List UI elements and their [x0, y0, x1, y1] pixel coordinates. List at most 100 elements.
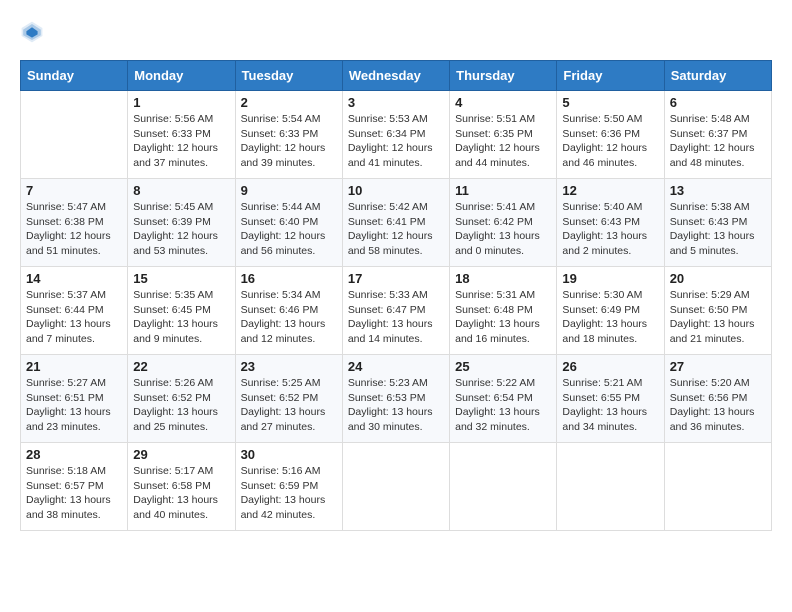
calendar-week-row: 28 Sunrise: 5:18 AM Sunset: 6:57 PM Dayli…	[21, 443, 772, 531]
weekday-header: Sunday	[21, 61, 128, 91]
day-number: 3	[348, 95, 444, 110]
calendar-cell: 21 Sunrise: 5:27 AM Sunset: 6:51 PM Dayli…	[21, 355, 128, 443]
cell-info: Sunrise: 5:40 AM Sunset: 6:43 PM Dayligh…	[562, 200, 658, 259]
day-number: 23	[241, 359, 337, 374]
cell-info: Sunrise: 5:31 AM Sunset: 6:48 PM Dayligh…	[455, 288, 551, 347]
cell-info: Sunrise: 5:29 AM Sunset: 6:50 PM Dayligh…	[670, 288, 766, 347]
calendar-cell: 9 Sunrise: 5:44 AM Sunset: 6:40 PM Daylig…	[235, 179, 342, 267]
day-number: 6	[670, 95, 766, 110]
day-number: 27	[670, 359, 766, 374]
cell-info: Sunrise: 5:47 AM Sunset: 6:38 PM Dayligh…	[26, 200, 122, 259]
calendar-cell: 20 Sunrise: 5:29 AM Sunset: 6:50 PM Dayli…	[664, 267, 771, 355]
calendar-week-row: 7 Sunrise: 5:47 AM Sunset: 6:38 PM Daylig…	[21, 179, 772, 267]
cell-info: Sunrise: 5:53 AM Sunset: 6:34 PM Dayligh…	[348, 112, 444, 171]
cell-info: Sunrise: 5:26 AM Sunset: 6:52 PM Dayligh…	[133, 376, 229, 435]
day-number: 16	[241, 271, 337, 286]
calendar-cell: 3 Sunrise: 5:53 AM Sunset: 6:34 PM Daylig…	[342, 91, 449, 179]
calendar-cell: 4Sunrise: 5:51 AM Sunset: 6:35 PM Daylig…	[450, 91, 557, 179]
day-number: 14	[26, 271, 122, 286]
calendar-cell: 8 Sunrise: 5:45 AM Sunset: 6:39 PM Daylig…	[128, 179, 235, 267]
weekday-header-row: SundayMondayTuesdayWednesdayThursdayFrid…	[21, 61, 772, 91]
weekday-header: Thursday	[450, 61, 557, 91]
calendar-cell: 15Sunrise: 5:35 AM Sunset: 6:45 PM Dayli…	[128, 267, 235, 355]
calendar-week-row: 14 Sunrise: 5:37 AM Sunset: 6:44 PM Dayli…	[21, 267, 772, 355]
calendar-cell: 22 Sunrise: 5:26 AM Sunset: 6:52 PM Dayli…	[128, 355, 235, 443]
weekday-header: Saturday	[664, 61, 771, 91]
day-number: 20	[670, 271, 766, 286]
calendar-cell: 27 Sunrise: 5:20 AM Sunset: 6:56 PM Dayli…	[664, 355, 771, 443]
calendar-cell: 16 Sunrise: 5:34 AM Sunset: 6:46 PM Dayli…	[235, 267, 342, 355]
weekday-header: Monday	[128, 61, 235, 91]
weekday-header: Friday	[557, 61, 664, 91]
day-number: 13	[670, 183, 766, 198]
day-number: 17	[348, 271, 444, 286]
calendar-table: SundayMondayTuesdayWednesdayThursdayFrid…	[20, 60, 772, 531]
cell-info: Sunrise: 5:41 AM Sunset: 6:42 PM Dayligh…	[455, 200, 551, 259]
calendar-cell: 17 Sunrise: 5:33 AM Sunset: 6:47 PM Dayli…	[342, 267, 449, 355]
cell-info: Sunrise: 5:30 AM Sunset: 6:49 PM Dayligh…	[562, 288, 658, 347]
calendar-cell: 2 Sunrise: 5:54 AM Sunset: 6:33 PM Daylig…	[235, 91, 342, 179]
day-number: 30	[241, 447, 337, 462]
calendar-cell: 13 Sunrise: 5:38 AM Sunset: 6:43 PM Dayli…	[664, 179, 771, 267]
day-number: 1	[133, 95, 229, 110]
day-number: 9	[241, 183, 337, 198]
calendar-cell: 28 Sunrise: 5:18 AM Sunset: 6:57 PM Dayli…	[21, 443, 128, 531]
cell-info: Sunrise: 5:37 AM Sunset: 6:44 PM Dayligh…	[26, 288, 122, 347]
calendar-cell: 18 Sunrise: 5:31 AM Sunset: 6:48 PM Dayli…	[450, 267, 557, 355]
day-number: 2	[241, 95, 337, 110]
cell-info: Sunrise: 5:20 AM Sunset: 6:56 PM Dayligh…	[670, 376, 766, 435]
day-number: 25	[455, 359, 551, 374]
day-number: 10	[348, 183, 444, 198]
cell-info: Sunrise: 5:34 AM Sunset: 6:46 PM Dayligh…	[241, 288, 337, 347]
calendar-cell: 19 Sunrise: 5:30 AM Sunset: 6:49 PM Dayli…	[557, 267, 664, 355]
calendar-cell: 1Sunrise: 5:56 AM Sunset: 6:33 PM Daylig…	[128, 91, 235, 179]
cell-info: Sunrise: 5:16 AM Sunset: 6:59 PM Dayligh…	[241, 464, 337, 523]
day-number: 11	[455, 183, 551, 198]
calendar-cell: 6 Sunrise: 5:48 AM Sunset: 6:37 PM Daylig…	[664, 91, 771, 179]
weekday-header: Tuesday	[235, 61, 342, 91]
calendar-week-row: 21 Sunrise: 5:27 AM Sunset: 6:51 PM Dayli…	[21, 355, 772, 443]
calendar-cell: 11 Sunrise: 5:41 AM Sunset: 6:42 PM Dayli…	[450, 179, 557, 267]
cell-info: Sunrise: 5:54 AM Sunset: 6:33 PM Dayligh…	[241, 112, 337, 171]
cell-info: Sunrise: 5:45 AM Sunset: 6:39 PM Dayligh…	[133, 200, 229, 259]
cell-info: Sunrise: 5:22 AM Sunset: 6:54 PM Dayligh…	[455, 376, 551, 435]
logo-icon	[20, 20, 44, 44]
calendar-cell	[557, 443, 664, 531]
calendar-cell	[342, 443, 449, 531]
calendar-week-row: 1Sunrise: 5:56 AM Sunset: 6:33 PM Daylig…	[21, 91, 772, 179]
cell-info: Sunrise: 5:18 AM Sunset: 6:57 PM Dayligh…	[26, 464, 122, 523]
day-number: 12	[562, 183, 658, 198]
calendar-cell: 7 Sunrise: 5:47 AM Sunset: 6:38 PM Daylig…	[21, 179, 128, 267]
logo	[20, 20, 48, 44]
cell-info: Sunrise: 5:38 AM Sunset: 6:43 PM Dayligh…	[670, 200, 766, 259]
calendar-cell: 14 Sunrise: 5:37 AM Sunset: 6:44 PM Dayli…	[21, 267, 128, 355]
day-number: 19	[562, 271, 658, 286]
day-number: 24	[348, 359, 444, 374]
cell-info: Sunrise: 5:50 AM Sunset: 6:36 PM Dayligh…	[562, 112, 658, 171]
calendar-cell: 5Sunrise: 5:50 AM Sunset: 6:36 PM Daylig…	[557, 91, 664, 179]
cell-info: Sunrise: 5:42 AM Sunset: 6:41 PM Dayligh…	[348, 200, 444, 259]
calendar-cell: 23 Sunrise: 5:25 AM Sunset: 6:52 PM Dayli…	[235, 355, 342, 443]
day-number: 22	[133, 359, 229, 374]
day-number: 18	[455, 271, 551, 286]
cell-info: Sunrise: 5:33 AM Sunset: 6:47 PM Dayligh…	[348, 288, 444, 347]
day-number: 21	[26, 359, 122, 374]
cell-info: Sunrise: 5:51 AM Sunset: 6:35 PM Dayligh…	[455, 112, 551, 171]
day-number: 29	[133, 447, 229, 462]
page-header	[20, 20, 772, 44]
calendar-cell	[664, 443, 771, 531]
day-number: 8	[133, 183, 229, 198]
day-number: 15	[133, 271, 229, 286]
cell-info: Sunrise: 5:25 AM Sunset: 6:52 PM Dayligh…	[241, 376, 337, 435]
cell-info: Sunrise: 5:23 AM Sunset: 6:53 PM Dayligh…	[348, 376, 444, 435]
cell-info: Sunrise: 5:44 AM Sunset: 6:40 PM Dayligh…	[241, 200, 337, 259]
day-number: 7	[26, 183, 122, 198]
calendar-cell: 10 Sunrise: 5:42 AM Sunset: 6:41 PM Dayli…	[342, 179, 449, 267]
cell-info: Sunrise: 5:27 AM Sunset: 6:51 PM Dayligh…	[26, 376, 122, 435]
cell-info: Sunrise: 5:48 AM Sunset: 6:37 PM Dayligh…	[670, 112, 766, 171]
calendar-cell: 30 Sunrise: 5:16 AM Sunset: 6:59 PM Dayli…	[235, 443, 342, 531]
calendar-cell: 24 Sunrise: 5:23 AM Sunset: 6:53 PM Dayli…	[342, 355, 449, 443]
cell-info: Sunrise: 5:17 AM Sunset: 6:58 PM Dayligh…	[133, 464, 229, 523]
day-number: 28	[26, 447, 122, 462]
calendar-cell: 12 Sunrise: 5:40 AM Sunset: 6:43 PM Dayli…	[557, 179, 664, 267]
